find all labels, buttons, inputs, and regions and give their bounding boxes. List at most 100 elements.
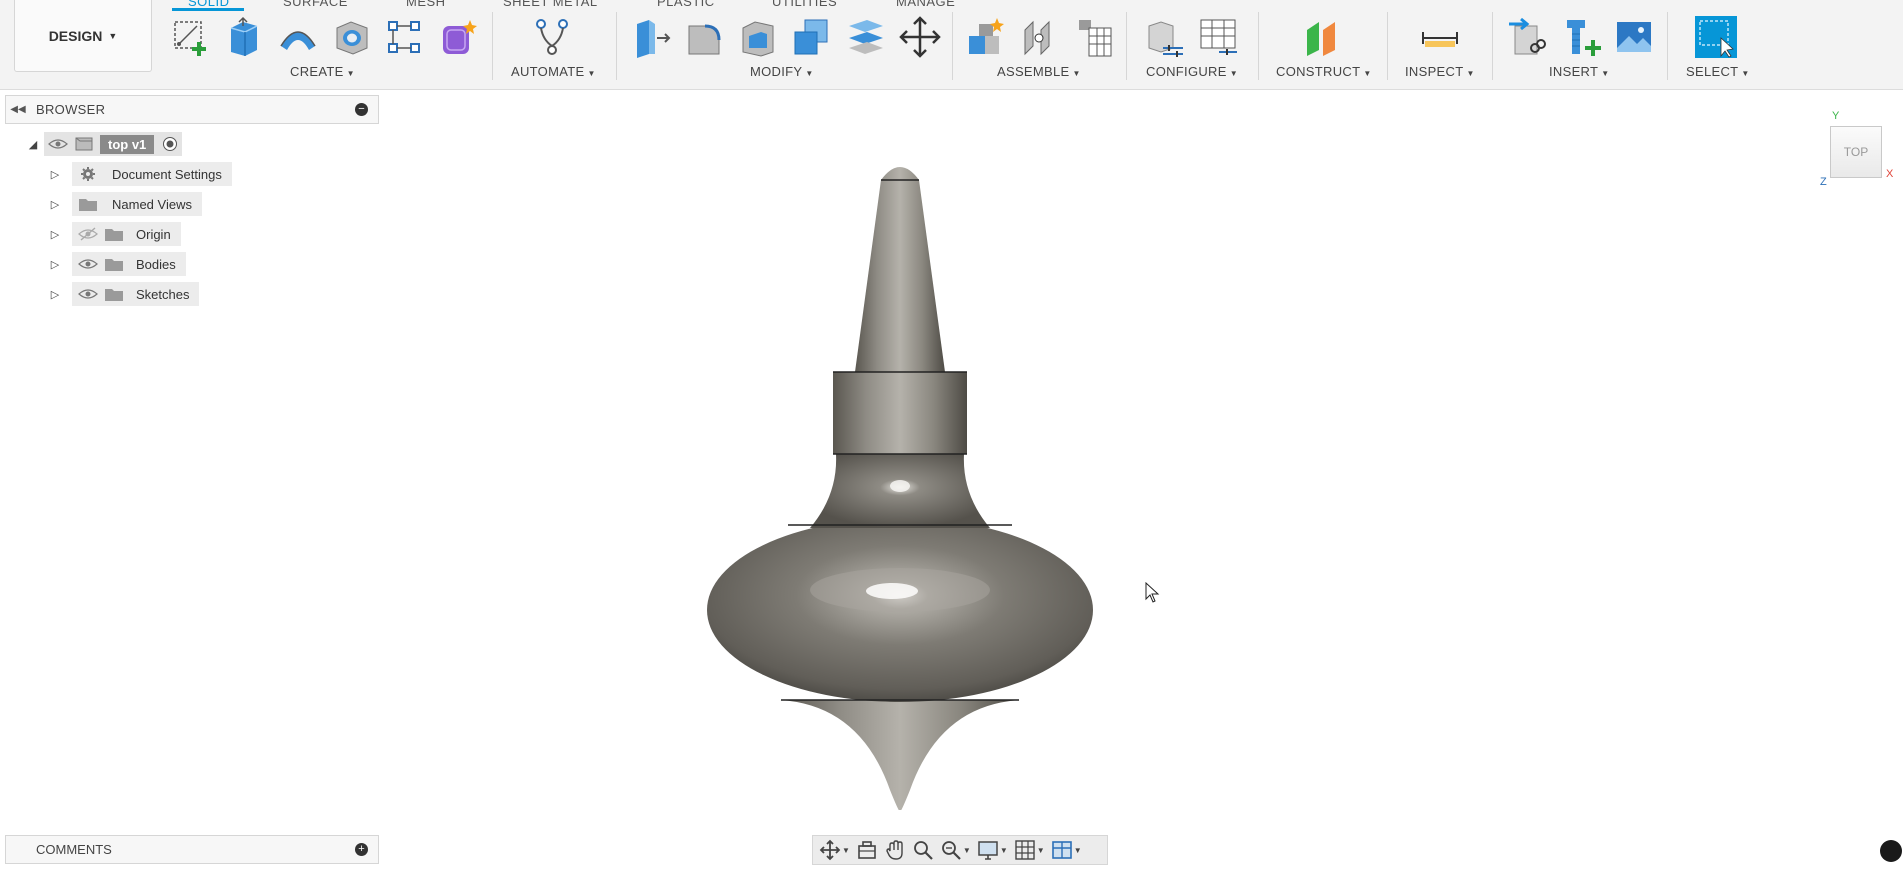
combine-icon[interactable]: [790, 14, 834, 60]
automate-menu-label: AUTOMATE: [511, 64, 585, 79]
window-select-icon[interactable]: [1694, 14, 1738, 60]
tab-sheet-metal[interactable]: SHEET METAL: [503, 0, 598, 9]
offset-plane-icon[interactable]: [1300, 14, 1344, 60]
chevron-down-icon: ▼: [346, 69, 355, 78]
sweep-icon[interactable]: [276, 14, 320, 60]
move-icon[interactable]: [898, 14, 942, 60]
create-menu[interactable]: CREATE ▼: [290, 64, 355, 79]
viewcube-top-face[interactable]: TOP: [1830, 126, 1882, 178]
form-icon[interactable]: [436, 14, 480, 60]
y-axis-label: Y: [1832, 110, 1840, 122]
eye-icon[interactable]: [78, 287, 98, 301]
tree-root-row[interactable]: ◢ top v1: [26, 132, 183, 156]
fusion-app-window: DESIGN ▼ SOLID SURFACE MESH SHEET METAL …: [0, 0, 1903, 869]
look-at-button[interactable]: [856, 837, 878, 863]
parameters-icon[interactable]: [1142, 14, 1186, 60]
hole-icon[interactable]: [330, 14, 374, 60]
comments-panel-header: COMMENTS +: [5, 835, 379, 864]
measure-icon[interactable]: [1418, 14, 1462, 60]
activate-radio-icon[interactable]: [162, 136, 178, 152]
orbit-icon: [819, 839, 841, 861]
modify-menu[interactable]: MODIFY ▼: [750, 64, 814, 79]
sketches-node[interactable]: Sketches: [72, 282, 200, 306]
collapse-panel-icon[interactable]: ◀◀: [6, 104, 30, 115]
chevron-down-icon: ▼: [1363, 69, 1372, 78]
tab-mesh[interactable]: MESH: [406, 0, 446, 9]
sketch-pattern-icon[interactable]: [382, 14, 426, 60]
fit-button[interactable]: ▼: [940, 837, 971, 863]
assemble-menu[interactable]: ASSEMBLE ▼: [997, 64, 1081, 79]
new-component-icon[interactable]: [964, 14, 1008, 60]
display-settings-button[interactable]: ▼: [977, 837, 1008, 863]
zoom-button[interactable]: [912, 837, 934, 863]
toolbar-divider: [616, 12, 617, 80]
automate-menu[interactable]: AUTOMATE ▼: [511, 64, 596, 79]
tree-item-document-settings[interactable]: ▷ Document Settings: [48, 162, 232, 186]
pan-button[interactable]: [884, 837, 906, 863]
tab-plastic[interactable]: PLASTIC: [657, 0, 715, 9]
expand-triangle-icon[interactable]: ▷: [48, 168, 62, 181]
tree-item-sketches[interactable]: ▷ Sketches: [48, 282, 200, 306]
expand-triangle-icon[interactable]: ▷: [48, 228, 62, 241]
eye-icon[interactable]: [78, 257, 98, 271]
tab-manage[interactable]: MANAGE: [896, 0, 955, 9]
expand-triangle-icon[interactable]: ▷: [48, 288, 62, 301]
look-at-icon: [858, 841, 876, 859]
bill-of-materials-icon[interactable]: [1072, 14, 1116, 60]
collapse-triangle-icon[interactable]: ◢: [26, 138, 40, 151]
pan-hand-icon: [886, 840, 903, 860]
select-menu[interactable]: SELECT ▼: [1686, 64, 1750, 79]
chevron-down-icon: ▼: [587, 69, 596, 78]
expand-triangle-icon[interactable]: ▷: [48, 258, 62, 271]
tree-item-named-views[interactable]: ▷ Named Views: [48, 192, 202, 216]
configure-menu[interactable]: CONFIGURE ▼: [1146, 64, 1238, 79]
extrude-icon[interactable]: [222, 14, 266, 60]
tree-item-origin[interactable]: ▷ Origin: [48, 222, 181, 246]
insert-menu[interactable]: INSERT ▼: [1549, 64, 1609, 79]
chevron-down-icon: ▼: [1601, 69, 1610, 78]
eye-icon[interactable]: [48, 137, 68, 151]
zoom-window-icon: [942, 841, 961, 860]
viewports-button[interactable]: ▼: [1051, 837, 1082, 863]
expand-triangle-icon[interactable]: ▷: [48, 198, 62, 211]
chevron-down-icon: ▼: [1072, 69, 1081, 78]
workspace-label: DESIGN: [48, 27, 103, 44]
active-tab-indicator: [172, 8, 244, 11]
bodies-node[interactable]: Bodies: [72, 252, 186, 276]
origin-label: Origin: [136, 226, 171, 242]
document-settings-node[interactable]: Document Settings: [72, 162, 232, 186]
joint-icon[interactable]: [1018, 14, 1062, 60]
browser-panel-header: ◀◀ BROWSER −: [5, 95, 379, 124]
tab-surface[interactable]: SURFACE: [283, 0, 348, 9]
construct-menu[interactable]: CONSTRUCT ▼: [1276, 64, 1372, 79]
network-status-icon[interactable]: [1880, 840, 1902, 862]
insert-derive-icon[interactable]: [1506, 14, 1550, 60]
orbit-button[interactable]: ▼: [819, 837, 850, 863]
workspace-switcher-button[interactable]: DESIGN ▼: [14, 0, 152, 72]
origin-node[interactable]: Origin: [72, 222, 181, 246]
insert-menu-label: INSERT: [1549, 64, 1599, 79]
grid-settings-button[interactable]: ▼: [1014, 837, 1045, 863]
automate-icon[interactable]: [530, 14, 574, 60]
shell-icon[interactable]: [736, 14, 780, 60]
minimize-browser-button[interactable]: −: [355, 103, 368, 116]
viewcube[interactable]: Y X Z TOP: [1820, 110, 1893, 188]
create-sketch-icon[interactable]: [168, 14, 212, 60]
insert-mcmaster-icon[interactable]: [1560, 14, 1604, 60]
tab-utilities[interactable]: UTILITIES: [772, 0, 837, 9]
eye-hidden-icon[interactable]: [78, 227, 98, 241]
fillet-icon[interactable]: [682, 14, 726, 60]
root-component[interactable]: top v1: [44, 132, 183, 156]
tree-item-bodies[interactable]: ▷ Bodies: [48, 252, 186, 276]
press-pull-icon[interactable]: [628, 14, 672, 60]
insert-image-icon[interactable]: [1612, 14, 1656, 60]
named-views-node[interactable]: Named Views: [72, 192, 202, 216]
configuration-table-icon[interactable]: [1196, 14, 1240, 60]
add-comment-button[interactable]: +: [355, 843, 368, 856]
inspect-menu[interactable]: INSPECT ▼: [1405, 64, 1475, 79]
chevron-down-icon: ▼: [805, 69, 814, 78]
spinning-top-model[interactable]: [700, 150, 1100, 810]
bodies-label: Bodies: [136, 256, 176, 272]
toolbar-divider: [1258, 12, 1259, 80]
split-face-icon[interactable]: [844, 14, 888, 60]
